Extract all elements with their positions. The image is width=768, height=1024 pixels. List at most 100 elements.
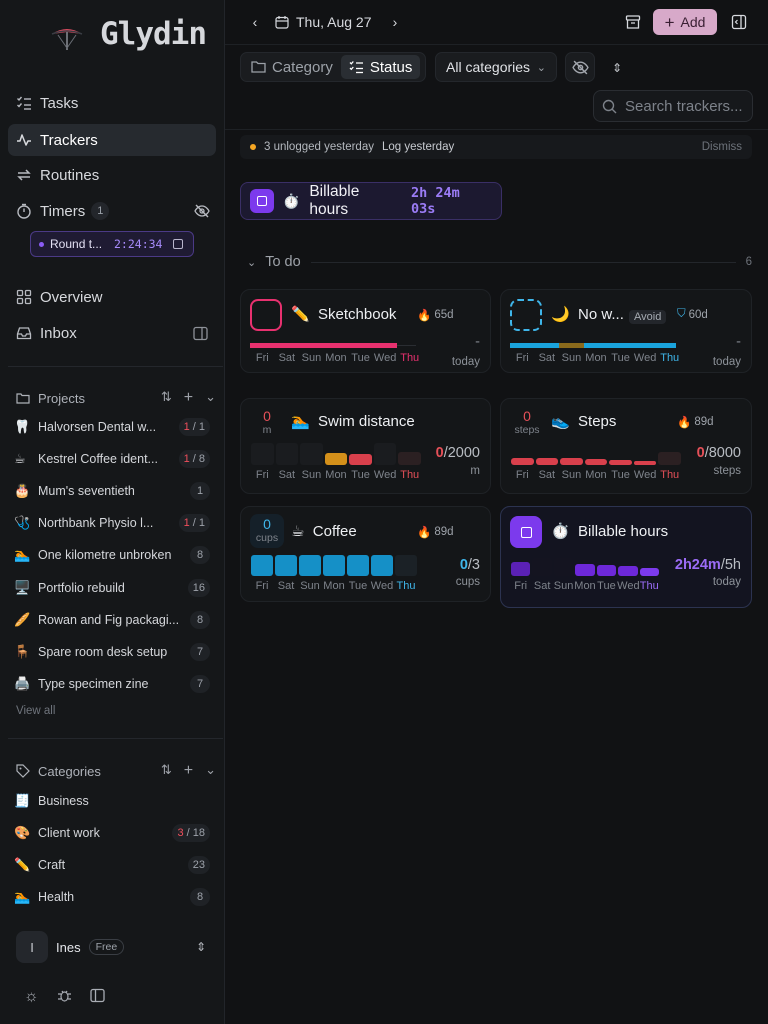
stop-tracker-button[interactable] xyxy=(510,516,542,548)
collapse-projects-icon[interactable]: ⌄ xyxy=(205,389,216,407)
todo-group-header[interactable]: ⌄ To do 6 xyxy=(247,252,752,272)
day-bar[interactable] xyxy=(575,564,595,576)
day-bar[interactable] xyxy=(510,343,535,348)
project-item[interactable]: 🥖 Rowan and Fig packagi... 8 xyxy=(14,608,210,632)
tracker-card-swim-distance[interactable]: 0 m 🏊 Swim distance 0/2000 m Fri Sat Sun Mo… xyxy=(240,398,491,494)
dismiss-link[interactable]: Dismiss xyxy=(702,141,742,153)
day-bar[interactable] xyxy=(583,343,609,348)
day-bar[interactable] xyxy=(633,460,657,465)
tracker-card-steps[interactable]: 0 steps 👟 Steps 🔥 89d 0/8000 steps Fri Sat… xyxy=(500,398,752,494)
day-bar[interactable] xyxy=(299,343,324,348)
nav-overview[interactable]: Overview xyxy=(8,281,216,313)
day-bar[interactable] xyxy=(324,452,348,465)
day-bar[interactable] xyxy=(347,555,369,576)
day-bar[interactable] xyxy=(560,458,583,465)
app-logo[interactable] xyxy=(50,24,84,54)
tracker-card-sketchbook[interactable]: ✏️ Sketchbook 🔥 65d - today Fri Sat Sun Mon T… xyxy=(240,289,491,373)
day-bar[interactable] xyxy=(559,343,584,348)
inbox-panel-icon[interactable] xyxy=(193,326,208,341)
category-filter-select[interactable]: All categories ⌄ xyxy=(435,52,557,82)
collapse-categories-icon[interactable]: ⌄ xyxy=(205,762,216,780)
project-item[interactable]: ☕ Kestrel Coffee ident... 1 / 8 xyxy=(14,447,210,471)
tracker-checkbox[interactable] xyxy=(510,299,542,331)
day-bar[interactable] xyxy=(372,343,398,348)
day-bar[interactable] xyxy=(553,558,574,576)
archive-button[interactable] xyxy=(621,10,645,34)
prev-day-button[interactable]: ‹ xyxy=(245,10,265,34)
day-bar[interactable] xyxy=(639,567,659,576)
add-project-icon[interactable]: + xyxy=(184,389,193,407)
hide-timers-icon[interactable] xyxy=(194,203,210,219)
category-item[interactable]: 🎨 Client work 3 / 18 xyxy=(14,821,210,845)
day-bar[interactable] xyxy=(658,451,681,465)
day-bar[interactable] xyxy=(371,555,393,576)
running-timer-item[interactable]: Round t... 2:24:34 xyxy=(30,231,194,257)
project-item[interactable]: 🎂 Mum's seventieth 1 xyxy=(14,479,210,503)
tracker-value-box[interactable]: 0 cups xyxy=(250,514,284,548)
day-bar[interactable] xyxy=(609,459,632,465)
day-bar[interactable] xyxy=(250,343,275,348)
day-bar[interactable] xyxy=(596,565,617,576)
day-bar[interactable] xyxy=(348,343,373,348)
nav-trackers[interactable]: Trackers xyxy=(8,124,216,156)
tracker-card-billable-hours[interactable]: ⏱️ Billable hours 2h24m/5h today Fri Sat S… xyxy=(500,506,752,608)
day-bar[interactable] xyxy=(251,555,273,576)
project-item[interactable]: 🏊 One kilometre unbroken 8 xyxy=(14,543,210,567)
project-item[interactable]: 🖥️ Portfolio rebuild 16 xyxy=(14,576,210,600)
next-day-button[interactable]: › xyxy=(385,10,405,34)
day-bar[interactable] xyxy=(608,343,633,348)
tracker-card-no-w[interactable]: 🌙 No w... Avoid ⛉ 60d - today Fri Sat Sun Mo… xyxy=(500,289,752,373)
day-bar[interactable] xyxy=(300,443,323,465)
day-bar[interactable] xyxy=(373,443,397,465)
day-bar[interactable] xyxy=(349,454,372,465)
nav-routines[interactable]: Routines xyxy=(8,159,216,191)
add-button[interactable]: + Add xyxy=(653,9,717,35)
sort-categories-icon[interactable]: ⇅ xyxy=(161,762,172,780)
tracker-value-box[interactable]: 0 m xyxy=(250,406,284,440)
day-bar[interactable] xyxy=(632,343,658,348)
nav-inbox[interactable]: Inbox xyxy=(8,317,216,349)
tracker-checkbox[interactable] xyxy=(250,299,282,331)
day-bar[interactable] xyxy=(532,558,552,576)
running-tracker-pill[interactable]: ⏱️ Billable hours 2h 24m 03s xyxy=(240,182,502,220)
category-item[interactable]: 🏊 Health 8 xyxy=(14,885,210,909)
day-bar[interactable] xyxy=(511,457,534,465)
user-menu[interactable]: I Ines Free ⇕ xyxy=(16,930,216,964)
day-bar[interactable] xyxy=(657,343,676,348)
theme-sun-icon[interactable]: ☼ xyxy=(24,988,39,1006)
tracker-card-coffee[interactable]: 0 cups ☕ Coffee 🔥 89d 0/3 cups Fri Sat Sun M… xyxy=(240,506,491,602)
sort-projects-icon[interactable]: ⇅ xyxy=(161,389,172,407)
project-item[interactable]: 🪑 Spare room desk setup 7 xyxy=(14,640,210,664)
day-bar[interactable] xyxy=(299,555,321,576)
day-bar[interactable] xyxy=(511,561,531,576)
tab-category[interactable]: Category xyxy=(243,55,341,79)
nav-timers[interactable]: Timers 1 xyxy=(8,195,216,227)
day-bar[interactable] xyxy=(395,555,417,576)
category-item[interactable]: 🧾 Business xyxy=(14,789,210,813)
day-bar[interactable] xyxy=(275,555,297,576)
day-bar[interactable] xyxy=(534,343,560,348)
day-bar[interactable] xyxy=(275,443,299,465)
project-item[interactable]: 🩺 Northbank Physio l... 1 / 1 xyxy=(14,511,210,535)
category-item[interactable]: ✏️ Craft 23 xyxy=(14,853,210,877)
toggle-panel-button[interactable] xyxy=(727,10,751,34)
day-bar[interactable] xyxy=(398,451,421,465)
add-category-icon[interactable]: + xyxy=(184,762,193,780)
tracker-value-box[interactable]: 0 steps xyxy=(510,406,544,440)
day-bar[interactable] xyxy=(397,345,416,346)
day-bar[interactable] xyxy=(323,555,345,576)
hide-completed-button[interactable] xyxy=(565,52,595,82)
toggle-sidebar-icon[interactable] xyxy=(90,988,105,1006)
stop-timer-icon[interactable] xyxy=(173,239,183,249)
project-item[interactable]: 🦷 Halvorsen Dental w... 1 / 1 xyxy=(14,415,210,439)
expand-all-button[interactable]: ⇕ xyxy=(605,56,629,80)
project-item[interactable]: 🖨️ Type specimen zine 7 xyxy=(14,672,210,696)
day-bar[interactable] xyxy=(274,343,300,348)
date-picker-button[interactable]: Thu, Aug 27 xyxy=(275,10,372,34)
nav-tasks[interactable]: Tasks xyxy=(8,87,216,119)
day-bar[interactable] xyxy=(323,343,349,348)
bug-icon[interactable] xyxy=(57,988,72,1006)
tab-status[interactable]: Status xyxy=(340,55,421,79)
log-yesterday-link[interactable]: Log yesterday xyxy=(382,141,454,153)
stop-icon[interactable] xyxy=(250,189,274,213)
